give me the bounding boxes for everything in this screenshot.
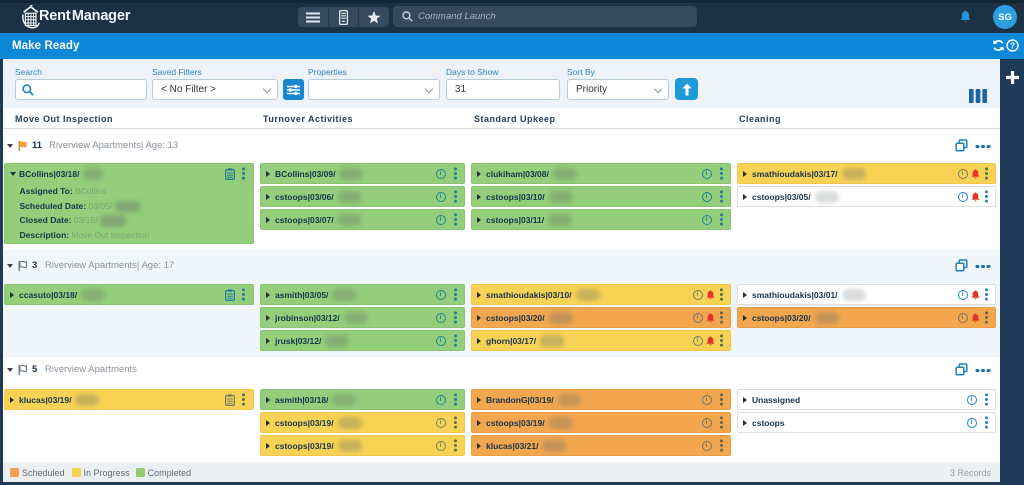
svg-text:?: ? [1010,40,1015,50]
